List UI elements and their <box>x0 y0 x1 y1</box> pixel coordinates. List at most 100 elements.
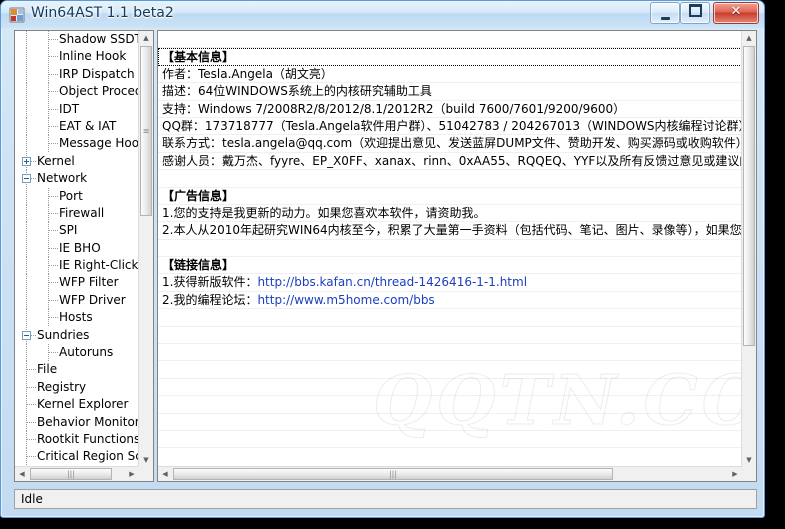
close-button[interactable]: ✕ <box>713 2 759 24</box>
tree-item-registry[interactable]: Registry <box>15 378 139 397</box>
chevron-up-icon: ▲ <box>746 34 752 42</box>
tree-item-message-hook[interactable]: Message Hook <box>15 135 139 153</box>
content-horizontal-scrollbar[interactable]: ◀ ||| ▶ <box>158 466 742 481</box>
scroll-grip-icon: ||| <box>66 469 76 479</box>
tree-item-irp-dispatch[interactable]: IRP Dispatch <box>15 65 139 84</box>
info-list-row[interactable]: 感谢人员：戴万杰、fyyre、EP_X0FF、xanax、rinn、0xAA55… <box>158 153 742 171</box>
tree-item-hosts[interactable]: Hosts <box>15 309 139 327</box>
minimize-button[interactable] <box>650 2 680 24</box>
content-scroll-up-button[interactable]: ▲ <box>742 31 756 45</box>
tree-guide-line <box>26 187 27 205</box>
info-list-row[interactable] <box>158 31 742 49</box>
tree-scroll-right-button[interactable]: ▶ <box>125 467 139 481</box>
tree-item-network[interactable]: Network <box>15 170 139 188</box>
info-list-row[interactable] <box>158 379 742 397</box>
tree-guide-line <box>26 117 27 136</box>
info-row-link[interactable]: http://bbs.kafan.cn/thread-1426416-1-1.h… <box>257 275 527 289</box>
tree-scroll-up-button[interactable]: ▲ <box>139 31 153 45</box>
collapse-icon[interactable] <box>22 174 31 184</box>
tree-guide-line <box>26 204 27 223</box>
info-list-row[interactable]: 【链接信息】 <box>158 257 742 275</box>
title-bar[interactable]: Win64AST 1.1 beta2 ✕ <box>1 1 764 28</box>
content-vertical-scroll-thumb[interactable] <box>743 46 755 346</box>
status-bar: Idle <box>14 489 757 509</box>
info-list-row[interactable]: 作者：Tesla.Angela（胡文亮） <box>158 66 742 84</box>
tree-item-inline-hook[interactable]: Inline Hook <box>15 48 139 66</box>
tree-item-idt[interactable]: IDT <box>15 100 139 118</box>
tree-item-wfp-filter[interactable]: WFP Filter <box>15 274 139 292</box>
info-list-row[interactable] <box>158 361 742 379</box>
tree-vertical-scrollbar[interactable]: ▲ ≡ ▼ <box>138 31 153 467</box>
tree-item-label: Kernel Explorer <box>37 397 129 412</box>
info-list-row[interactable] <box>158 414 742 431</box>
expand-icon[interactable] <box>22 156 31 166</box>
info-row-text: 联系方式：tesla.angela@qq.com（欢迎提出意见、发送蓝屏DUMP… <box>162 136 742 151</box>
tree-guide-line <box>26 135 27 153</box>
info-row-text: 2.我的编程论坛： <box>162 292 258 307</box>
tree-horizontal-scroll-thumb[interactable]: ||| <box>30 468 112 480</box>
content-scroll-left-button[interactable]: ◀ <box>158 467 172 481</box>
content-vertical-scrollbar[interactable]: ▲ ▼ <box>741 31 756 467</box>
maximize-button[interactable] <box>680 2 710 24</box>
info-list[interactable]: 【基本信息】 作者：Tesla.Angela（胡文亮） 描述：64位WINDOWS系… <box>158 31 742 467</box>
tree-item-port[interactable]: Port <box>15 187 139 205</box>
info-list-row[interactable]: 1.您的支持是我更新的动力。如果您喜欢本软件，请资助我。 <box>158 205 742 223</box>
tree-item-spi[interactable]: SPI <box>15 222 139 240</box>
tree-guide-dash <box>49 108 58 110</box>
tree-item-ie-right-click-menu[interactable]: IE Right-Click Menu <box>15 257 139 275</box>
info-list-row[interactable]: 1.获得新版软件：http://bbs.kafan.cn/thread-1426… <box>158 274 742 292</box>
tree-item-firewall[interactable]: Firewall <box>15 204 139 223</box>
tree-guide-dash <box>27 404 36 406</box>
tree-item-rootkit-functions[interactable]: Rootkit Functions <box>15 430 139 449</box>
tree-item-ie-bho[interactable]: IE BHO <box>15 239 139 258</box>
tree-guide-dash <box>49 195 58 197</box>
tree-horizontal-scrollbar[interactable]: ◀ ||| ▶ <box>15 466 139 481</box>
content-scroll-down-button[interactable]: ▼ <box>742 453 756 467</box>
tree-item-shadow-ssdt[interactable]: Shadow SSDT <box>15 31 139 49</box>
info-list-row[interactable] <box>158 327 742 345</box>
info-list-row[interactable] <box>158 396 742 414</box>
info-list-row[interactable] <box>158 309 742 327</box>
tree-item-behavior-monitor[interactable]: Behavior Monitor <box>15 413 139 431</box>
info-list-row[interactable] <box>158 170 742 188</box>
navigation-tree[interactable]: Shadow SSDT Inline Hook IRP Dispatch Object… <box>15 31 139 481</box>
info-row-text: 支持：Windows 7/2008R2/8/2012/8.1/2012R2（bu… <box>162 101 626 116</box>
tree-guide-dash <box>49 56 58 58</box>
info-list-row[interactable]: 联系方式：tesla.angela@qq.com（欢迎提出意见、发送蓝屏DUMP… <box>158 135 742 153</box>
tree-scroll-down-button[interactable]: ▼ <box>139 453 153 467</box>
tree-item-kernel-explorer[interactable]: Kernel Explorer <box>15 396 139 414</box>
info-list-row[interactable]: 【广告信息】 <box>158 188 742 205</box>
tree-item-autoruns[interactable]: Autoruns <box>15 344 139 362</box>
tree-item-object-procedure[interactable]: Object Procedure <box>15 83 139 101</box>
tree-item-eat-iat[interactable]: EAT & IAT <box>15 117 139 136</box>
collapse-icon[interactable] <box>22 330 31 340</box>
info-list-row[interactable] <box>158 344 742 362</box>
info-list-row[interactable] <box>158 431 742 449</box>
tree-item-wfp-driver[interactable]: WFP Driver <box>15 291 139 310</box>
info-list-row[interactable]: QQ群：173718777（Tesla.Angela软件用户群）、5104278… <box>158 118 742 136</box>
navigation-tree-panel[interactable]: Shadow SSDT Inline Hook IRP Dispatch Object… <box>14 30 154 482</box>
tree-scroll-left-button[interactable]: ◀ <box>15 467 29 481</box>
tree-guide-dash <box>49 39 58 40</box>
content-scroll-right-button[interactable]: ▶ <box>728 467 742 481</box>
tree-item-kernel[interactable]: Kernel <box>15 152 139 171</box>
info-list-row[interactable]: 描述：64位WINDOWS系统上的内核研究辅助工具 <box>158 83 742 101</box>
tree-item-sundries[interactable]: Sundries <box>15 326 139 345</box>
info-list-panel[interactable]: 【基本信息】 作者：Tesla.Angela（胡文亮） 描述：64位WINDOWS系… <box>157 30 757 482</box>
tree-guide-dash <box>27 456 36 458</box>
tree-item-critical-region-scan[interactable]: Critical Region Scan <box>15 448 139 466</box>
tree-vertical-scroll-thumb[interactable]: ≡ <box>140 46 152 216</box>
tree-item-label: Message Hook <box>59 136 139 151</box>
info-list-row[interactable]: 支持：Windows 7/2008R2/8/2012/8.1/2012R2（bu… <box>158 101 742 118</box>
info-list-row[interactable]: 2.本人从2010年起研究WIN64内核至今，积累了大量第一手资料（包括代码、笔… <box>158 222 742 240</box>
info-list-row[interactable] <box>158 240 742 258</box>
info-row-link[interactable]: http://www.m5home.com/bbs <box>257 293 434 307</box>
tree-item-label: Kernel <box>37 153 75 168</box>
content-horizontal-scroll-thumb[interactable]: ||| <box>173 468 613 480</box>
tree-item-file[interactable]: File <box>15 361 139 379</box>
info-list-row[interactable]: 2.我的编程论坛：http://www.m5home.com/bbs <box>158 292 742 310</box>
window-title: Win64AST 1.1 beta2 <box>31 5 174 21</box>
tree-guide-dash <box>49 91 58 93</box>
tree-guide-dash <box>49 299 58 301</box>
info-list-row[interactable]: 【基本信息】 <box>158 48 742 66</box>
